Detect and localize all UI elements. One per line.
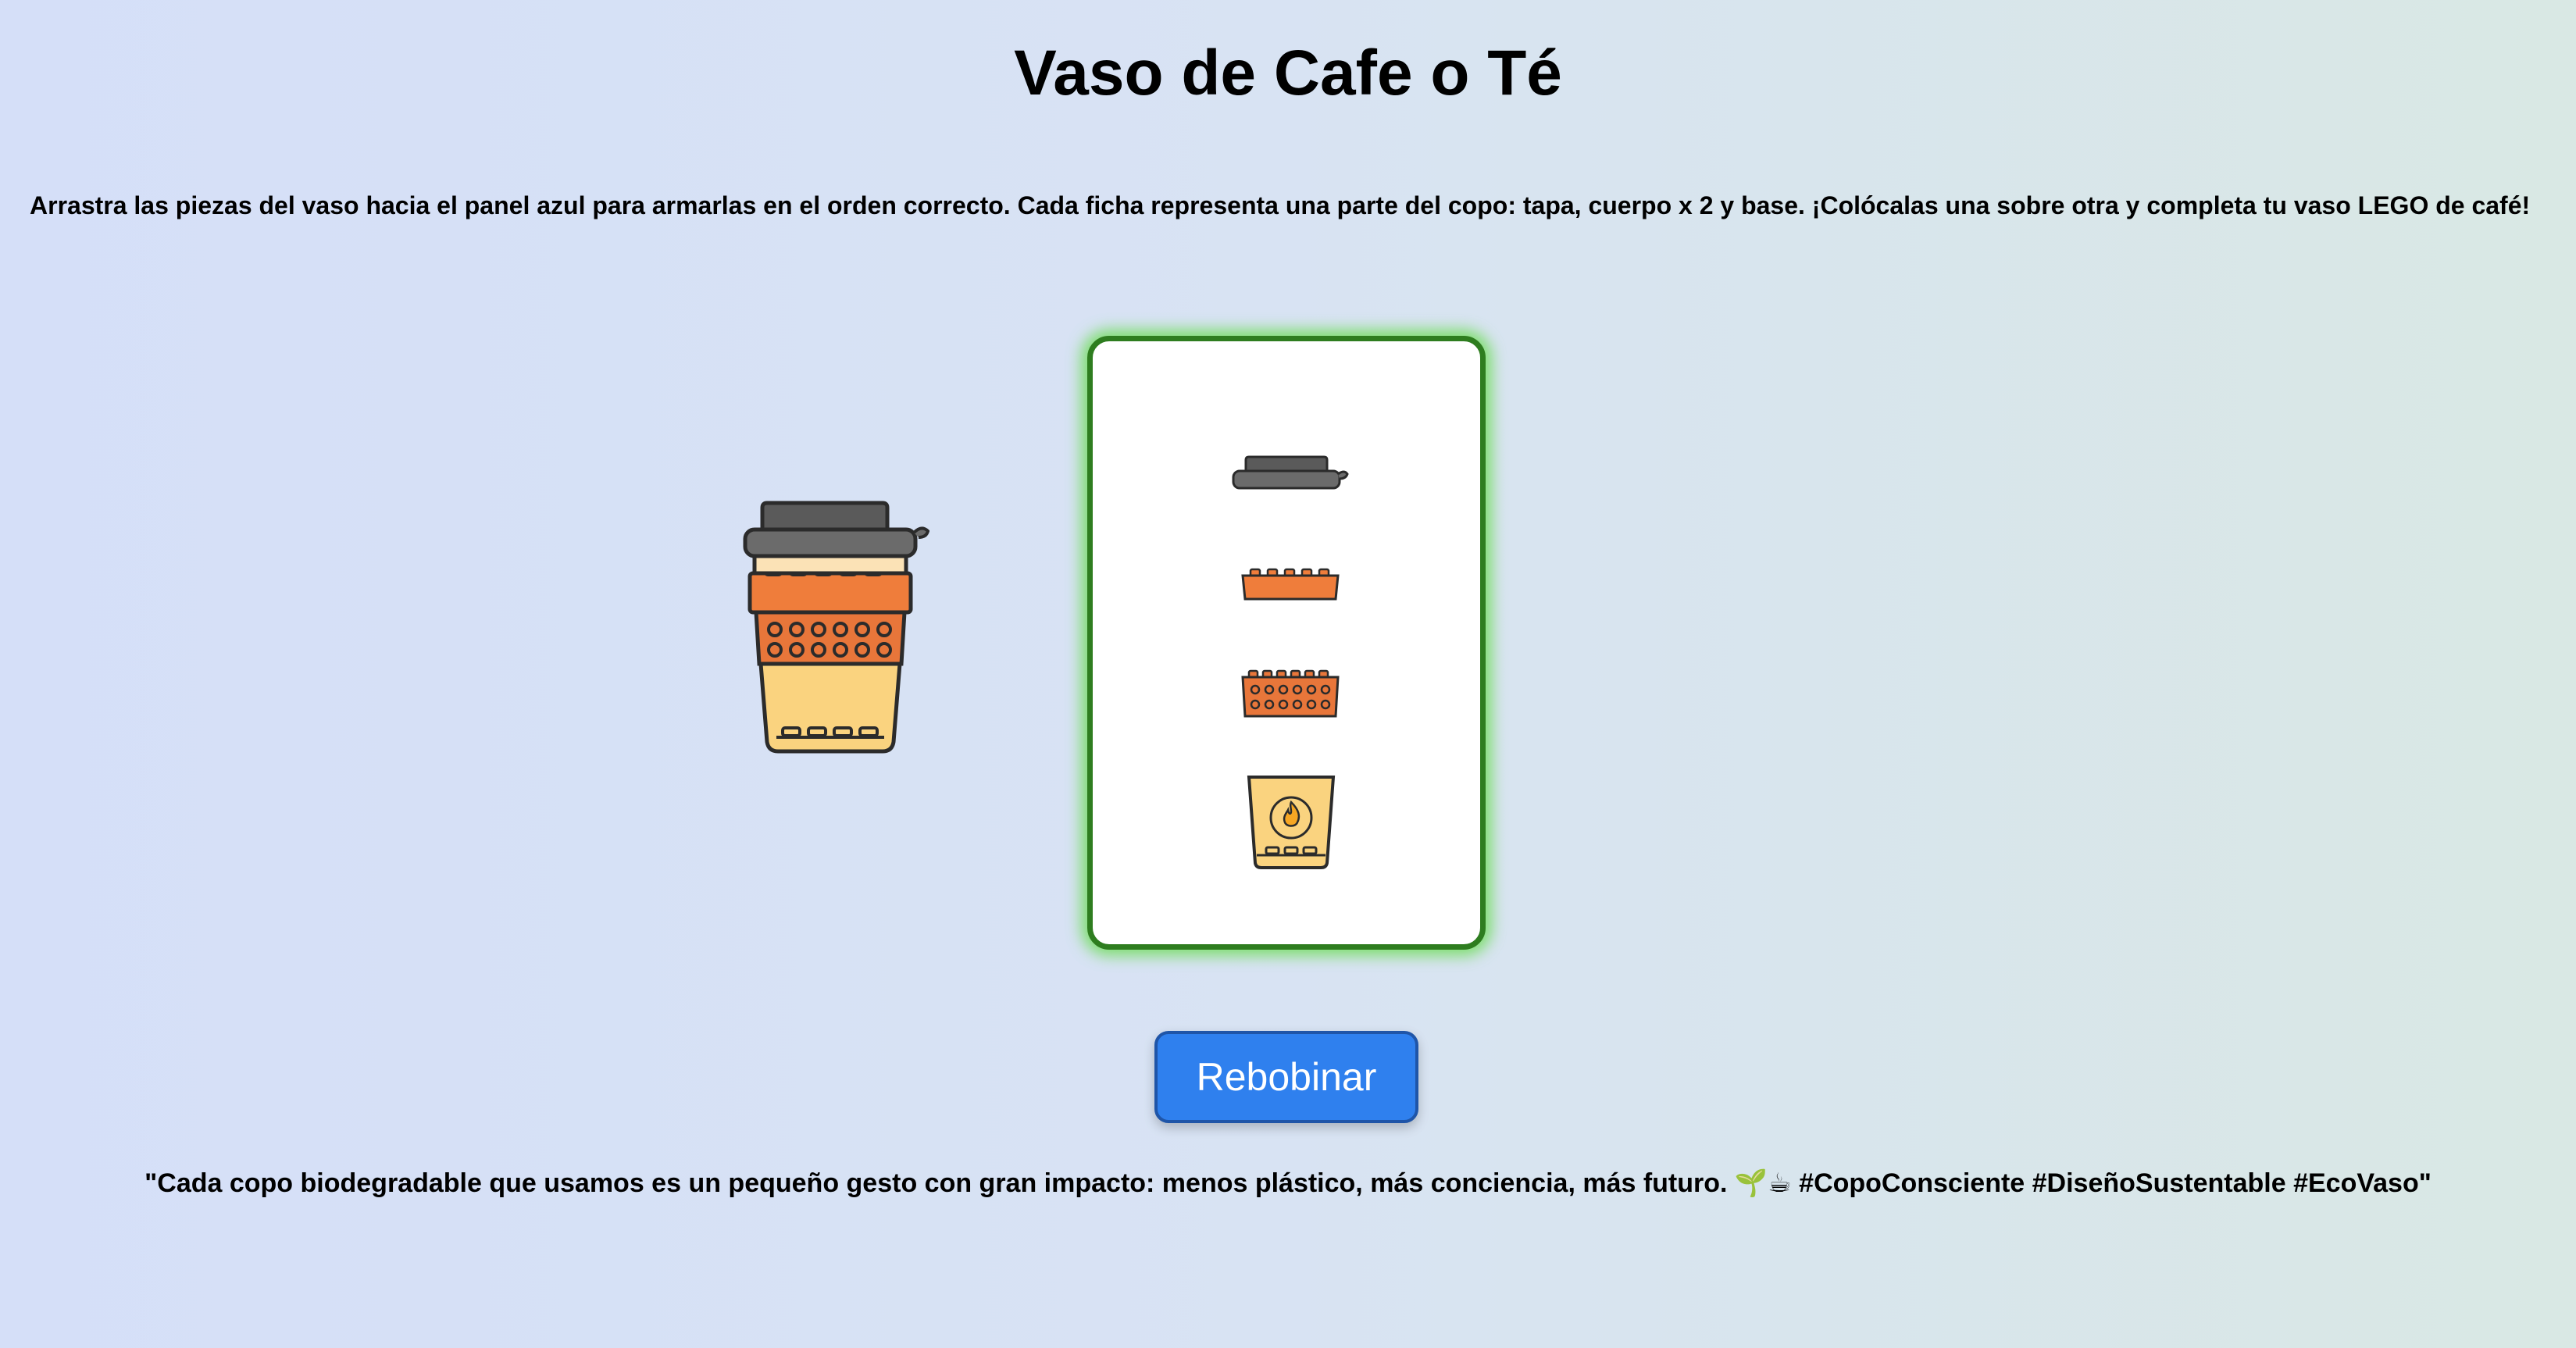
piece-body[interactable] bbox=[1240, 669, 1341, 718]
piece-lid[interactable] bbox=[1230, 455, 1349, 493]
rewind-button[interactable]: Rebobinar bbox=[1154, 1031, 1418, 1123]
assembly-panel[interactable] bbox=[1087, 336, 1486, 950]
assembled-cup-preview bbox=[734, 500, 930, 758]
coffee-cup-icon bbox=[743, 501, 930, 754]
footer-quote: "Cada copo biodegradable que usamos es u… bbox=[144, 1168, 2432, 1198]
instructions-text: Arrastra las piezas del vaso hacia el pa… bbox=[30, 191, 2531, 219]
cup-sleeve-icon bbox=[1241, 568, 1340, 601]
piece-sleeve[interactable] bbox=[1240, 568, 1341, 601]
cup-body-icon bbox=[1241, 669, 1340, 718]
cup-base-icon bbox=[1247, 776, 1336, 869]
page-title: Vaso de Cafe o Té bbox=[1014, 37, 1562, 109]
piece-base[interactable] bbox=[1246, 774, 1336, 871]
cup-lid-icon bbox=[1232, 455, 1349, 490]
